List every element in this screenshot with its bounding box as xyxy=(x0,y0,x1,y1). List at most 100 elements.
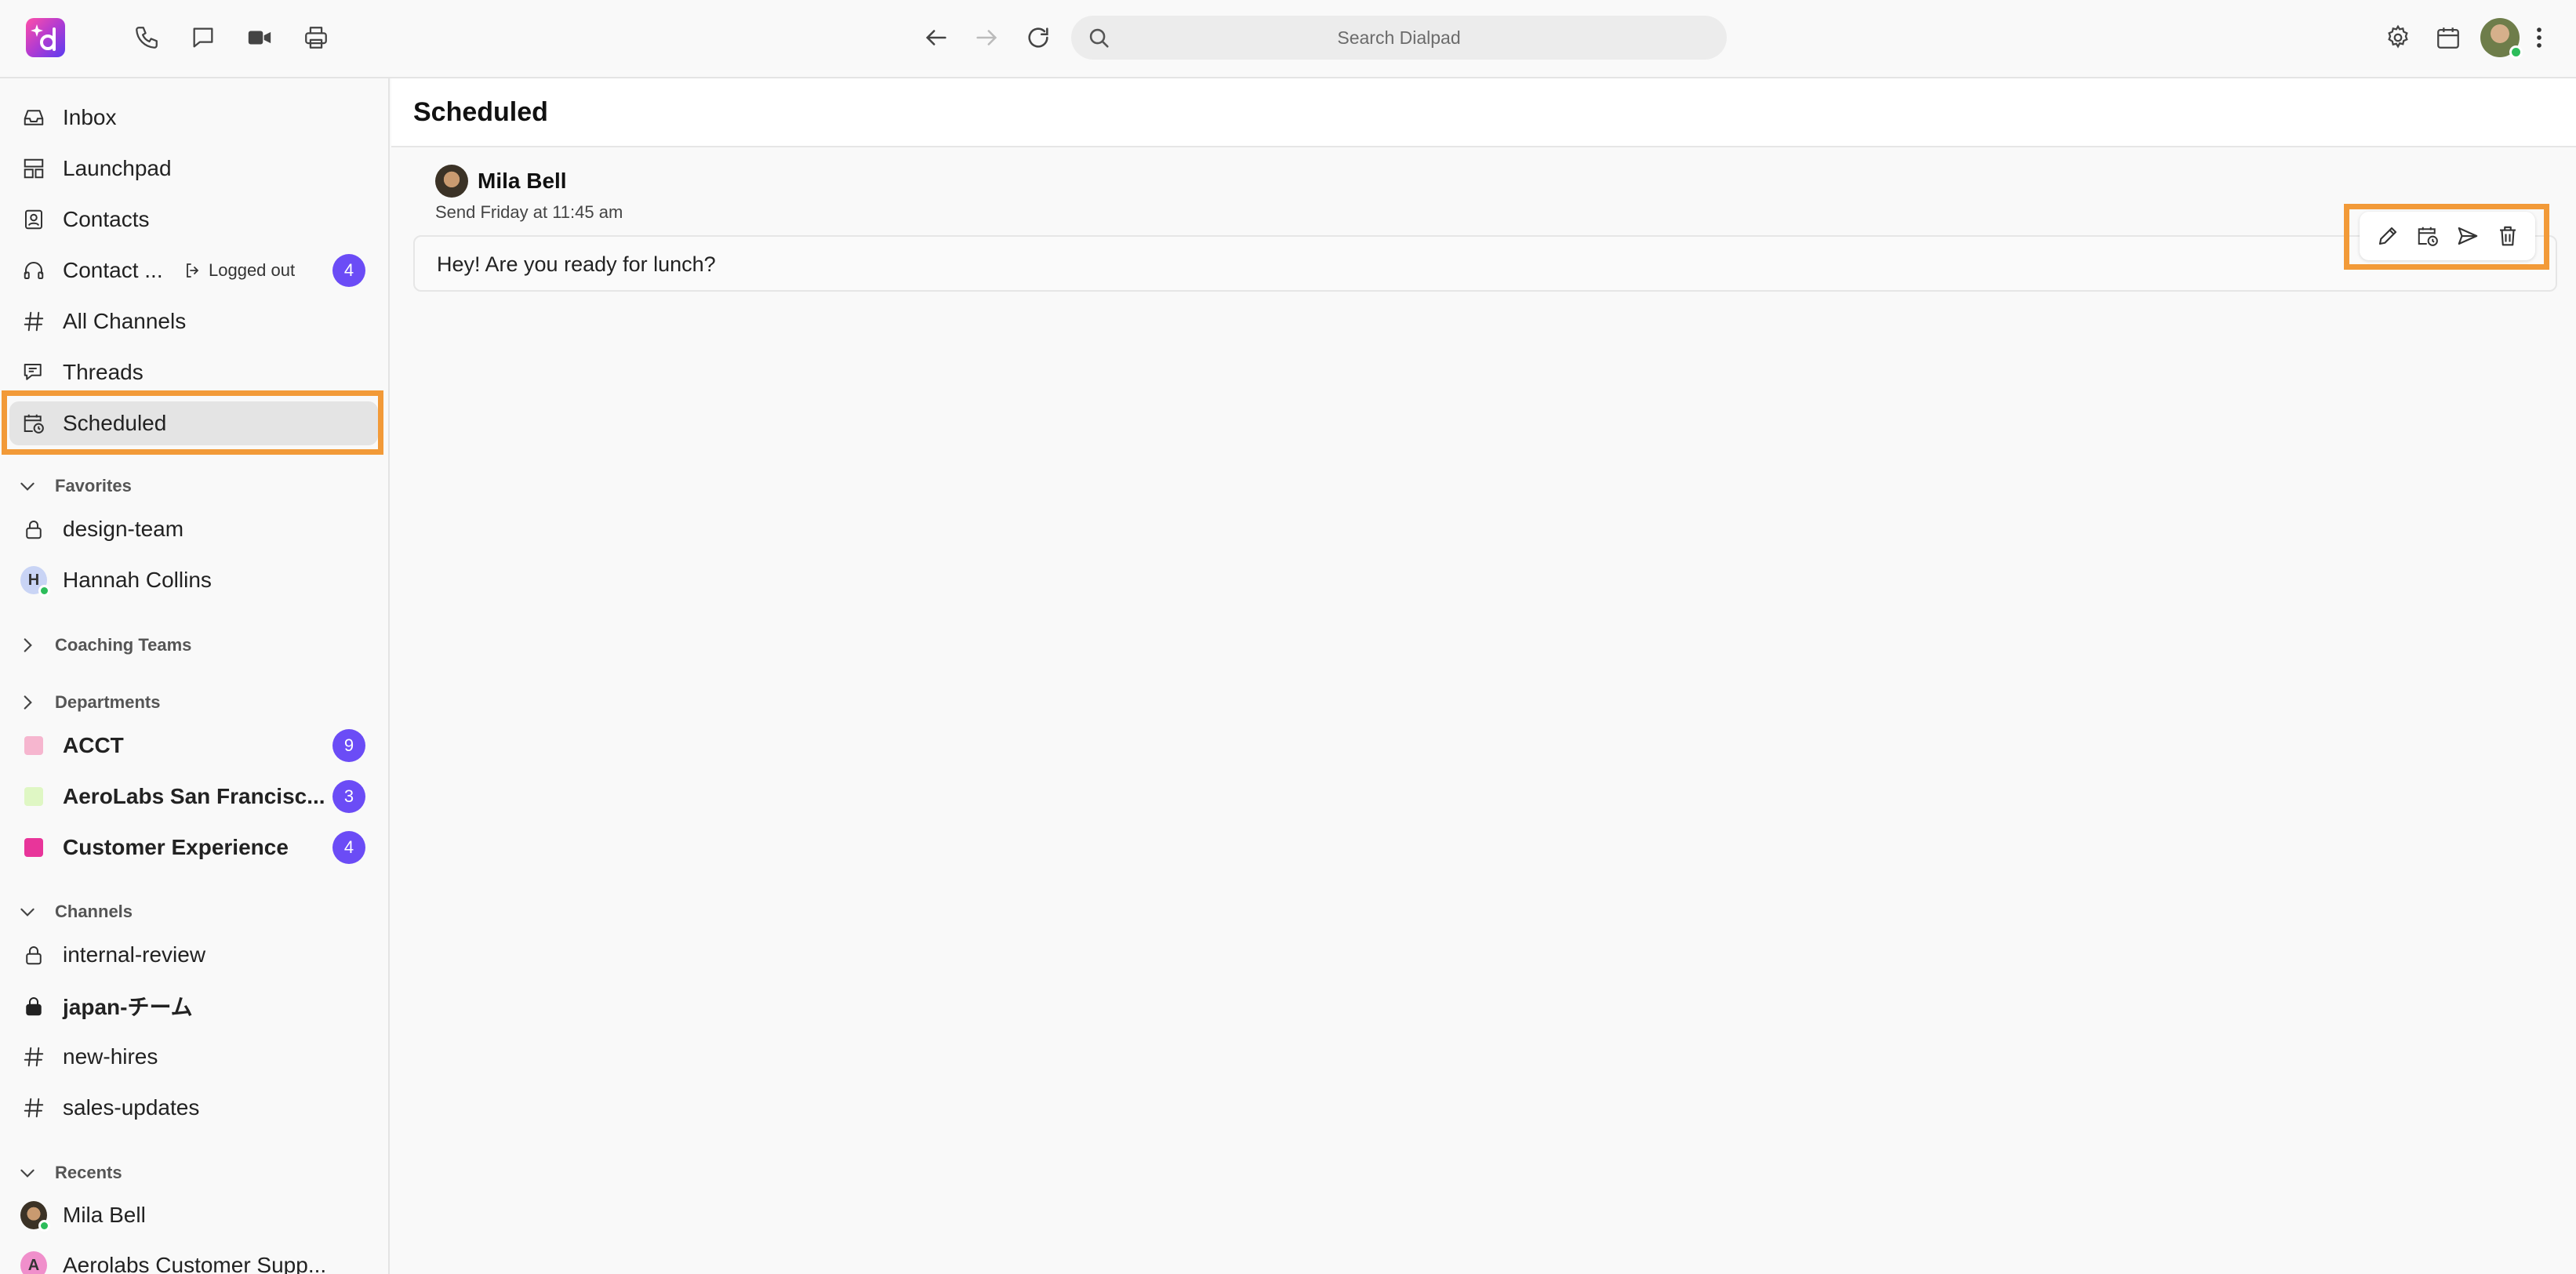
threads-icon xyxy=(20,359,47,386)
sidebar-item-threads[interactable]: Threads xyxy=(9,350,378,394)
sidebar-item-acct[interactable]: ACCT 9 xyxy=(9,724,378,768)
search-icon xyxy=(1089,28,1109,48)
chevron-right-icon xyxy=(24,638,32,652)
avatar[interactable] xyxy=(435,165,468,198)
sidebar-item-label: Customer Experience xyxy=(63,835,289,859)
user-avatar[interactable] xyxy=(2480,18,2523,59)
section-favorites[interactable]: Favorites xyxy=(17,470,132,502)
section-channels[interactable]: Channels xyxy=(17,896,133,927)
sender-name[interactable]: Mila Bell xyxy=(478,169,567,194)
sidebar-item-label: Inbox xyxy=(63,105,117,129)
video-icon[interactable] xyxy=(239,17,280,58)
message-icon[interactable] xyxy=(183,17,223,58)
app-window: Inbox Launchpad Contacts xyxy=(0,0,2576,1274)
hash-icon xyxy=(20,308,47,335)
contacts-icon xyxy=(20,206,47,233)
edit-button[interactable] xyxy=(2372,220,2403,252)
page-title: Scheduled xyxy=(413,97,548,127)
sidebar-item-label: Contact ... xyxy=(63,258,163,282)
back-arrow-icon[interactable] xyxy=(916,17,957,58)
send-icon xyxy=(2458,227,2477,245)
calendar-icon[interactable] xyxy=(2428,17,2469,58)
section-title: Favorites xyxy=(55,476,132,495)
section-title: Departments xyxy=(55,692,161,712)
unread-badge: 9 xyxy=(332,729,365,762)
sidebar-item-label: design-team xyxy=(63,517,184,541)
lock-filled-icon xyxy=(20,993,47,1019)
department-color-wrap xyxy=(20,834,47,861)
sidebar-item-label: japan-チーム xyxy=(63,995,193,1019)
scheduled-message-card[interactable]: Hey! Are you ready for lunch? xyxy=(413,235,2557,292)
delete-button[interactable] xyxy=(2492,220,2523,252)
sidebar-item-customer-experience[interactable]: Customer Experience 4 xyxy=(9,826,378,869)
logged-out-status: Logged out xyxy=(183,260,295,281)
search-input[interactable] xyxy=(1164,27,1634,49)
sidebar-item-internal-review[interactable]: internal-review xyxy=(9,933,378,977)
department-color-square xyxy=(24,838,43,857)
online-status-dot xyxy=(2509,45,2523,59)
forward-arrow-icon[interactable] xyxy=(966,17,1007,58)
department-color-wrap xyxy=(20,783,47,810)
calendar-clock-icon xyxy=(2418,227,2438,246)
sidebar-item-aerolabs-sf[interactable]: AeroLabs San Francisc... 3 xyxy=(9,775,378,818)
sidebar-item-japan-team[interactable]: japan-チーム xyxy=(9,984,378,1028)
chevron-right-icon xyxy=(24,695,32,710)
online-status-dot xyxy=(38,1220,50,1232)
avatar-wrap: H xyxy=(20,566,50,597)
avatar: A xyxy=(20,1251,47,1274)
more-vertical-icon[interactable] xyxy=(2525,17,2553,58)
chevron-down-icon xyxy=(20,1169,35,1178)
section-title: Coaching Teams xyxy=(55,635,192,655)
sidebar-item-label: Mila Bell xyxy=(63,1203,146,1227)
sidebar-item-label: AeroLabs San Francisc... xyxy=(63,784,325,808)
sidebar-item-label: Hannah Collins xyxy=(63,568,212,592)
sidebar-item-inbox[interactable]: Inbox xyxy=(9,96,378,140)
section-title: Channels xyxy=(55,902,133,921)
online-status-dot xyxy=(38,585,50,597)
phone-icon[interactable] xyxy=(126,17,167,58)
unread-badge: 3 xyxy=(332,780,365,813)
sidebar-item-hannah-collins[interactable]: H Hannah Collins xyxy=(9,558,378,602)
sidebar-item-design-team[interactable]: design-team xyxy=(9,507,378,551)
sidebar-item-contacts[interactable]: Contacts xyxy=(9,198,378,241)
chevron-down-icon xyxy=(20,908,35,916)
avatar-initial: A xyxy=(27,1256,40,1274)
sidebar-item-all-channels[interactable]: All Channels xyxy=(9,299,378,343)
sidebar-item-mila-bell[interactable]: Mila Bell xyxy=(9,1193,378,1237)
lock-icon xyxy=(20,942,47,968)
send-time: Send Friday at 11:45 am xyxy=(435,202,623,222)
hash-icon xyxy=(20,1044,47,1070)
scheduled-message-sender: Mila Bell xyxy=(435,165,567,198)
logout-icon xyxy=(187,263,199,278)
unread-badge: 4 xyxy=(332,831,365,864)
avatar-initial: H xyxy=(27,571,40,589)
inbox-icon xyxy=(20,104,47,131)
sidebar-item-sales-updates[interactable]: sales-updates xyxy=(9,1086,378,1130)
chevron-down-icon xyxy=(20,482,35,491)
section-coaching-teams[interactable]: Coaching Teams xyxy=(17,630,191,661)
sidebar-item-label: Launchpad xyxy=(63,156,172,180)
gear-icon[interactable] xyxy=(2378,17,2418,58)
unread-badge: 4 xyxy=(332,254,365,287)
department-color-wrap xyxy=(20,732,47,759)
sidebar-item-label: new-hires xyxy=(63,1044,158,1069)
refresh-icon[interactable] xyxy=(1018,17,1059,58)
reschedule-button[interactable] xyxy=(2412,220,2443,252)
sidebar-item-label: All Channels xyxy=(63,309,187,333)
sidebar-item-aerolabs-support[interactable]: A Aerolabs Customer Supp... xyxy=(9,1243,378,1274)
sidebar-item-new-hires[interactable]: new-hires xyxy=(9,1035,378,1079)
send-now-button[interactable] xyxy=(2452,220,2483,252)
sidebar-item-launchpad[interactable]: Launchpad xyxy=(9,147,378,191)
section-departments[interactable]: Departments xyxy=(17,687,160,718)
avatar xyxy=(20,1201,50,1232)
sidebar-item-label: Scheduled xyxy=(63,411,167,435)
search-bar[interactable] xyxy=(1071,16,1727,60)
department-color-square xyxy=(24,736,43,755)
sidebar-item-contact-center[interactable]: Contact ... Logged out 4 xyxy=(9,249,378,292)
sidebar-item-scheduled[interactable]: Scheduled xyxy=(9,401,378,445)
section-recents[interactable]: Recents xyxy=(17,1157,122,1189)
print-icon[interactable] xyxy=(296,17,336,58)
pencil-icon xyxy=(2378,227,2396,245)
dialpad-logo[interactable] xyxy=(26,18,65,57)
top-bar xyxy=(0,0,2576,78)
